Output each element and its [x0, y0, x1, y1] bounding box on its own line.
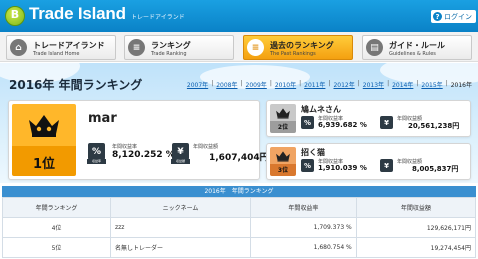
year-link-2014[interactable]: 2014年: [392, 80, 413, 89]
rate-value: 6,939.682 %: [318, 121, 367, 129]
rank-badge-gold: 1位: [12, 104, 76, 176]
rank-label: 3位: [277, 167, 289, 174]
header-rate: 年間収益率: [250, 197, 357, 218]
year-current: 2016年: [450, 82, 472, 89]
year-separator: |: [299, 80, 302, 87]
second-place-name[interactable]: 鳩ムネさん: [301, 104, 341, 115]
crown-icon: [276, 151, 290, 162]
page-title: 2016年 年間ランキング: [9, 78, 143, 92]
table-header-row: 年間ランキング ニックネーム 年間収益率 年間収益額: [2, 197, 477, 218]
year-separator: |: [328, 80, 331, 87]
guide-icon: ▤: [366, 39, 383, 56]
year-separator: |: [269, 80, 272, 87]
nav-label: トレードアイランド: [33, 41, 105, 50]
nav-label: ガイド・ルール: [389, 41, 445, 50]
header-profit: 年間収益額: [355, 197, 477, 218]
nav-sublabel: Guidelines & Rules: [389, 51, 436, 57]
profit-value: 20,561,238円: [408, 122, 460, 130]
rate-value: 8,120.252 %: [112, 150, 175, 160]
year-link-2012[interactable]: 2012年: [333, 80, 354, 89]
rate-icon: %: [301, 159, 314, 172]
year-separator: |: [387, 80, 390, 87]
table-row: 5位 名無しトレーダー 1,680.754 % 19,274,454円: [2, 237, 477, 258]
year-link-2007[interactable]: 2007年: [187, 80, 208, 89]
year-link-2010[interactable]: 2010年: [275, 80, 296, 89]
rank-label: 1位: [32, 157, 56, 172]
profit-icon: ¥: [380, 159, 393, 172]
year-link-2015[interactable]: 2015年: [421, 80, 442, 89]
ranking-icon: ≡: [128, 39, 145, 56]
logo-icon[interactable]: B: [5, 6, 25, 26]
rate-icon: % 収益率: [87, 143, 106, 164]
rate-value: 1,910.039 %: [318, 164, 367, 172]
main-nav: ⌂ トレードアイランド Trade Island Home ≡ ランキング Tr…: [0, 32, 478, 62]
rank-label: 2位: [277, 124, 289, 131]
nav-sublabel: The Past Rankings: [270, 51, 316, 57]
nav-guidelines-rules[interactable]: ▤ ガイド・ルール Guidelines & Rules: [362, 35, 472, 60]
first-place-name[interactable]: mar: [88, 111, 117, 126]
ranking-table: 年間ランキング ニックネーム 年間収益率 年間収益額 4位 zzz 1,709.…: [2, 197, 477, 258]
top-header: B Trade Island トレードアイランド ? ログイン: [0, 0, 478, 32]
cell-nickname[interactable]: zzz: [110, 217, 251, 238]
cell-nickname[interactable]: 名無しトレーダー: [110, 237, 251, 258]
ranking-table-title: 2016年 年間ランキング: [2, 186, 476, 197]
year-selector: 2007年 | 2008年 | 2009年 | 2010年 | 2011年 | 2012年…: [187, 80, 472, 89]
cell-rank: 4位: [2, 217, 111, 238]
rate-icon: %: [301, 116, 314, 129]
year-link-2011[interactable]: 2011年: [304, 80, 325, 89]
nav-label: 過去のランキング: [270, 41, 334, 50]
login-button[interactable]: ? ログイン: [431, 10, 476, 23]
site-logo-subtitle: トレードアイランド: [131, 14, 185, 21]
crown-icon: [29, 115, 59, 137]
year-link-2009[interactable]: 2009年: [246, 80, 267, 89]
site-logo-title[interactable]: Trade Island: [29, 4, 126, 24]
cell-rate: 1,680.754 %: [250, 237, 357, 258]
third-place-card: 3位 招く猫 % 年間収益率 1,910.039 % ¥ 年間収益額 8,005…: [266, 143, 471, 180]
profit-label: 年間収益額: [193, 144, 219, 150]
nav-sublabel: Trade Island Home: [33, 51, 80, 57]
login-label: ログイン: [444, 12, 472, 21]
help-icon: ?: [433, 12, 442, 21]
year-link-2008[interactable]: 2008年: [216, 80, 237, 89]
rate-label: 年間収益率: [112, 144, 138, 150]
year-separator: |: [211, 80, 214, 87]
year-separator: |: [357, 80, 360, 87]
nav-past-rankings[interactable]: ≡ 過去のランキング The Past Rankings: [243, 35, 353, 60]
profit-icon: ¥ 収益額: [171, 143, 190, 164]
rank-badge-bronze: 3位: [270, 147, 296, 176]
profit-value: 8,005,837円: [412, 165, 459, 173]
cell-rate: 1,709.373 %: [250, 217, 357, 238]
nav-sublabel: Trade Ranking: [151, 51, 187, 57]
cell-profit: 19,274,454円: [355, 237, 477, 258]
year-link-2013[interactable]: 2013年: [363, 80, 384, 89]
first-place-card: 1位 mar % 収益率 年間収益率 8,120.252 % ¥ 収益額 年間収益額…: [8, 100, 269, 180]
past-ranking-icon: ≡: [247, 39, 264, 56]
profit-icon: ¥: [380, 116, 393, 129]
table-row: 4位 zzz 1,709.373 % 129,626,171円: [2, 217, 477, 238]
cell-rank: 5位: [2, 237, 111, 258]
header-nickname: ニックネーム: [110, 197, 251, 218]
third-place-name[interactable]: 招く猫: [301, 147, 325, 158]
profit-value: 1,607,404円: [209, 153, 269, 163]
year-separator: |: [445, 80, 448, 87]
cell-profit: 129,626,171円: [355, 217, 477, 238]
crown-icon: [276, 108, 290, 119]
rank-badge-silver: 2位: [270, 104, 296, 133]
nav-trade-ranking[interactable]: ≡ ランキング Trade Ranking: [124, 35, 234, 60]
nav-label: ランキング: [151, 41, 191, 50]
nav-trade-island-home[interactable]: ⌂ トレードアイランド Trade Island Home: [6, 35, 116, 60]
year-separator: |: [416, 80, 419, 87]
header-rank: 年間ランキング: [2, 197, 111, 218]
home-icon: ⌂: [10, 39, 27, 56]
year-separator: |: [240, 80, 243, 87]
second-place-card: 2位 鳩ムネさん % 年間収益率 6,939.682 % ¥ 年間収益額 20,…: [266, 100, 471, 137]
